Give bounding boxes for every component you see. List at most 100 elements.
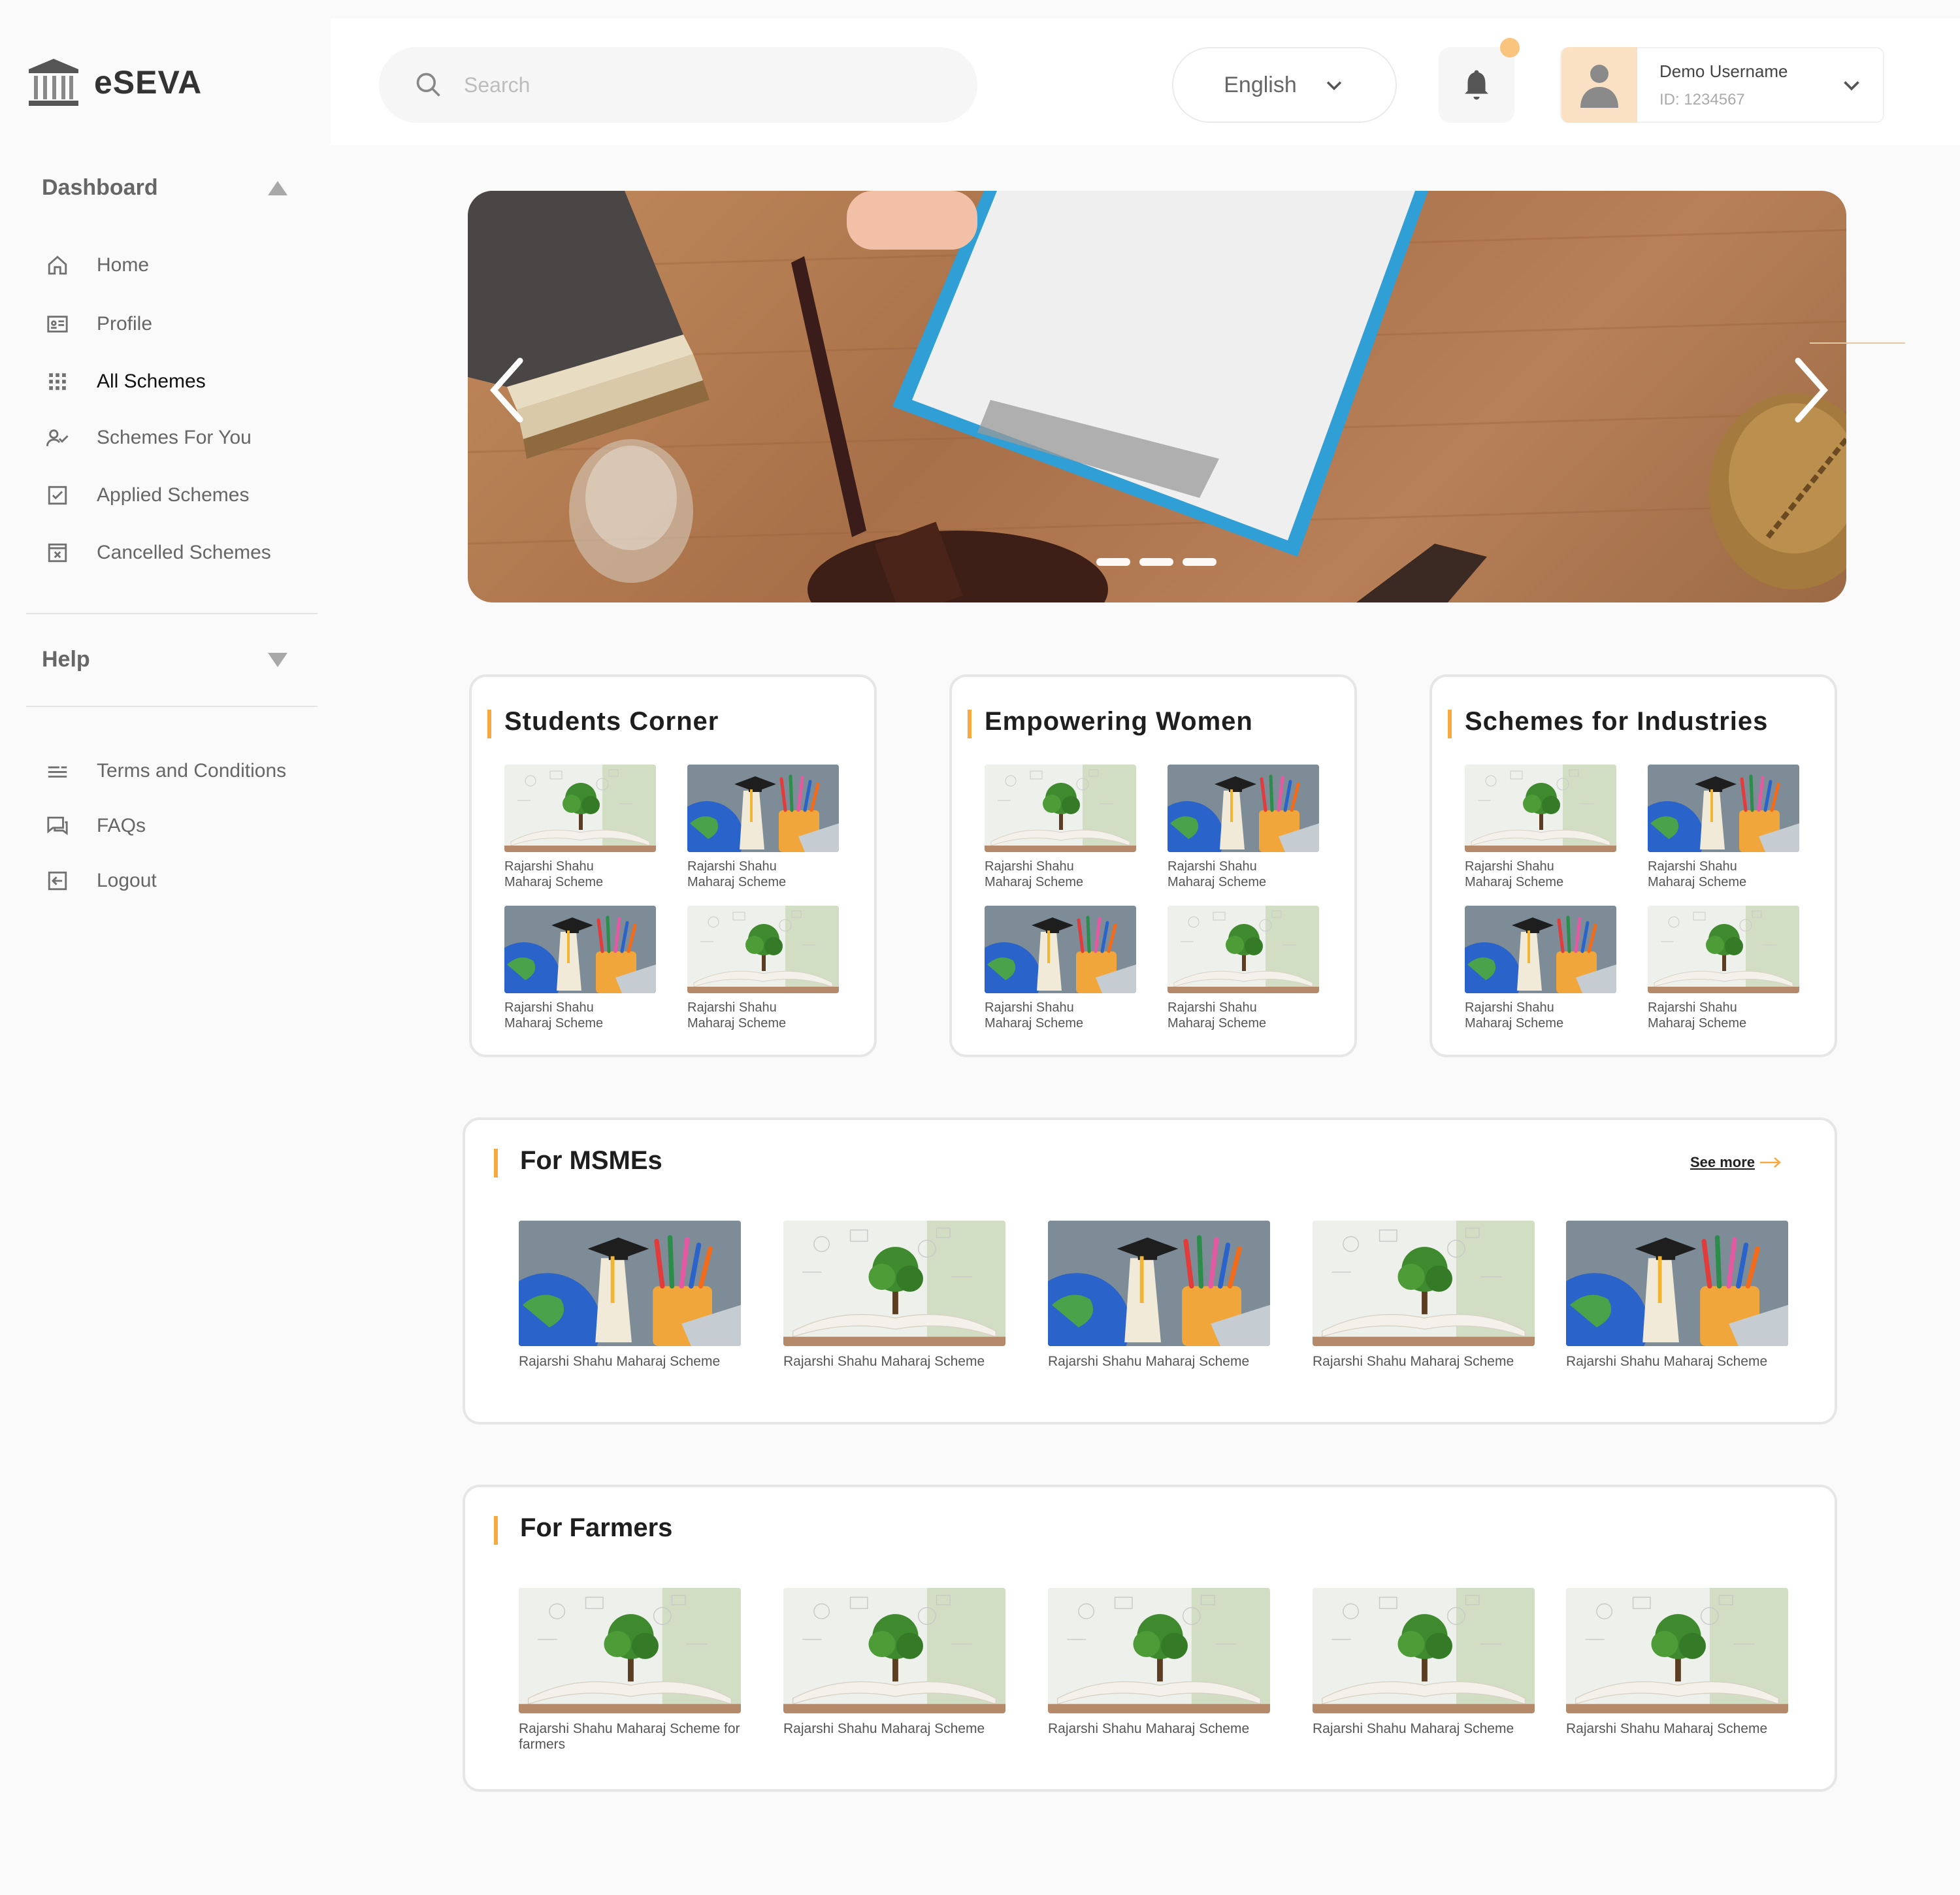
- scheme-tile[interactable]: Rajarshi Shahu Maharaj Scheme: [1648, 906, 1799, 1031]
- sidebar-item-label: Home: [97, 254, 150, 276]
- sidebar-divider: [26, 706, 318, 707]
- scheme-caption: Rajarshi Shahu Maharaj Scheme: [1566, 1354, 1768, 1369]
- user-menu[interactable]: Demo Username ID: 1234567: [1560, 47, 1884, 123]
- scheme-image: [985, 906, 1136, 993]
- scheme-image: [1168, 765, 1319, 852]
- logout-icon: [44, 868, 71, 894]
- app-name: eSEVA: [94, 64, 203, 101]
- scheme-caption: Rajarshi Shahu Maharaj Scheme: [985, 1000, 1084, 1030]
- scheme-caption: Rajarshi Shahu Maharaj Scheme: [1168, 859, 1267, 889]
- scheme-image: [985, 765, 1136, 852]
- scheme-tile[interactable]: Rajarshi Shahu Maharaj Scheme: [985, 906, 1136, 1031]
- scheme-tile[interactable]: Rajarshi Shahu Maharaj Scheme for farmer…: [519, 1588, 741, 1753]
- scheme-caption: Rajarshi Shahu Maharaj Scheme: [687, 1000, 787, 1030]
- scheme-image: [783, 1588, 1005, 1713]
- scheme-tile[interactable]: Rajarshi Shahu Maharaj Scheme: [1566, 1221, 1788, 1370]
- dashboard-section-label: Dashboard: [42, 175, 158, 200]
- bank-icon: [29, 59, 78, 106]
- help-section-label: Help: [42, 647, 90, 672]
- category-card-students: Students Corner Rajarshi Shahu Maharaj S…: [469, 674, 877, 1057]
- sidebar-item-cancelled-schemes[interactable]: Cancelled Schemes: [44, 538, 271, 567]
- scheme-image: [1313, 1588, 1535, 1713]
- sidebar-item-label: Terms and Conditions: [97, 760, 287, 782]
- scheme-tile[interactable]: Rajarshi Shahu Maharaj Scheme: [1168, 906, 1319, 1031]
- scheme-caption: Rajarshi Shahu Maharaj Scheme for farmer…: [519, 1721, 740, 1752]
- scheme-tile[interactable]: Rajarshi Shahu Maharaj Scheme: [519, 1221, 741, 1370]
- scheme-tile[interactable]: Rajarshi Shahu Maharaj Scheme: [1465, 906, 1616, 1031]
- scheme-tile[interactable]: Rajarshi Shahu Maharaj Scheme: [687, 906, 839, 1031]
- scheme-tile[interactable]: Rajarshi Shahu Maharaj Scheme: [1313, 1221, 1535, 1370]
- chevron-down-icon[interactable]: [1840, 73, 1863, 97]
- carousel-dot[interactable]: [1096, 558, 1130, 566]
- logo[interactable]: eSEVA: [26, 52, 202, 112]
- sidebar-item-logout[interactable]: Logout: [44, 866, 157, 895]
- hero-carousel[interactable]: [468, 191, 1846, 602]
- msmes-section: For MSMEs See more Rajarshi Shahu Mahara…: [463, 1117, 1837, 1425]
- search-input[interactable]: [464, 73, 960, 97]
- search-icon: [416, 73, 440, 97]
- scheme-caption: Rajarshi Shahu Maharaj Scheme: [783, 1354, 985, 1369]
- scheme-tile[interactable]: Rajarshi Shahu Maharaj Scheme: [783, 1221, 1005, 1370]
- sidebar-item-profile[interactable]: Profile: [44, 310, 152, 338]
- language-value: English: [1224, 72, 1297, 97]
- scheme-tile[interactable]: Rajarshi Shahu Maharaj Scheme: [1465, 765, 1616, 890]
- see-more-label: See more: [1690, 1154, 1755, 1170]
- scheme-caption: Rajarshi Shahu Maharaj Scheme: [1566, 1721, 1768, 1736]
- collapse-arrow-icon: [268, 180, 287, 195]
- carousel-indicators: [1096, 558, 1217, 566]
- scheme-image: [519, 1588, 741, 1713]
- notifications-button[interactable]: [1439, 38, 1520, 123]
- scheme-caption: Rajarshi Shahu Maharaj Scheme: [1648, 1000, 1747, 1030]
- scheme-caption: Rajarshi Shahu Maharaj Scheme: [504, 1000, 604, 1030]
- scheme-image: [1566, 1588, 1788, 1713]
- sidebar-item-label: Applied Schemes: [97, 484, 250, 506]
- avatar: [1561, 47, 1637, 123]
- lines-icon: [44, 758, 71, 784]
- scheme-tile[interactable]: Rajarshi Shahu Maharaj Scheme: [504, 906, 656, 1031]
- sidebar-item-home[interactable]: Home: [44, 251, 149, 280]
- sidebar-item-label: Cancelled Schemes: [97, 542, 271, 563]
- scheme-tile[interactable]: Rajarshi Shahu Maharaj Scheme: [1168, 765, 1319, 890]
- sidebar-item-label: All Schemes: [97, 371, 206, 392]
- dashboard-section-toggle[interactable]: Dashboard: [42, 175, 287, 201]
- id-card-icon: [44, 311, 71, 337]
- scheme-tile[interactable]: Rajarshi Shahu Maharaj Scheme: [687, 765, 839, 890]
- user-check-icon: [44, 425, 71, 451]
- scheme-tile[interactable]: Rajarshi Shahu Maharaj Scheme: [985, 765, 1136, 890]
- scheme-caption: Rajarshi Shahu Maharaj Scheme: [1048, 1721, 1250, 1736]
- card-title: Students Corner: [487, 707, 719, 738]
- category-card-industries: Schemes for Industries Rajarshi Shahu Ma…: [1429, 674, 1837, 1057]
- help-section-toggle[interactable]: Help: [42, 647, 287, 672]
- search-bar[interactable]: [379, 47, 977, 123]
- carousel-prev-button[interactable]: [482, 354, 534, 426]
- scheme-tile[interactable]: Rajarshi Shahu Maharaj Scheme: [1566, 1588, 1788, 1737]
- hero-image: [468, 191, 1846, 602]
- see-more-link[interactable]: See more: [1690, 1154, 1782, 1171]
- sidebar-item-faqs[interactable]: FAQs: [44, 812, 146, 840]
- scheme-image: [1465, 765, 1616, 852]
- user-name: Demo Username: [1659, 61, 1788, 81]
- scheme-caption: Rajarshi Shahu Maharaj Scheme: [1465, 1000, 1564, 1030]
- grid-icon: [44, 369, 71, 395]
- scheme-caption: Rajarshi Shahu Maharaj Scheme: [687, 859, 787, 889]
- sidebar-item-terms[interactable]: Terms and Conditions: [44, 757, 286, 785]
- scheme-tile[interactable]: Rajarshi Shahu Maharaj Scheme: [1048, 1221, 1270, 1370]
- scheme-tile[interactable]: Rajarshi Shahu Maharaj Scheme: [504, 765, 656, 890]
- arrow-right-icon: [1760, 1157, 1781, 1168]
- scheme-image: [504, 906, 656, 993]
- sidebar-item-all-schemes[interactable]: All Schemes: [44, 367, 206, 396]
- scheme-tile[interactable]: Rajarshi Shahu Maharaj Scheme: [1313, 1588, 1535, 1737]
- scheme-image: [687, 765, 839, 852]
- sidebar-item-schemes-for-you[interactable]: Schemes For You: [44, 423, 252, 452]
- carousel-next-button[interactable]: [1784, 354, 1836, 426]
- carousel-dot[interactable]: [1139, 558, 1173, 566]
- scheme-image: [1168, 906, 1319, 993]
- carousel-dot[interactable]: [1183, 558, 1217, 566]
- language-select[interactable]: English: [1172, 47, 1397, 123]
- sidebar-item-label: FAQs: [97, 815, 146, 836]
- scheme-tile[interactable]: Rajarshi Shahu Maharaj Scheme: [1648, 765, 1799, 890]
- scheme-tile[interactable]: Rajarshi Shahu Maharaj Scheme: [783, 1588, 1005, 1737]
- scheme-tile[interactable]: Rajarshi Shahu Maharaj Scheme: [1048, 1588, 1270, 1737]
- sidebar-item-applied-schemes[interactable]: Applied Schemes: [44, 481, 249, 510]
- scheme-image: [1648, 765, 1799, 852]
